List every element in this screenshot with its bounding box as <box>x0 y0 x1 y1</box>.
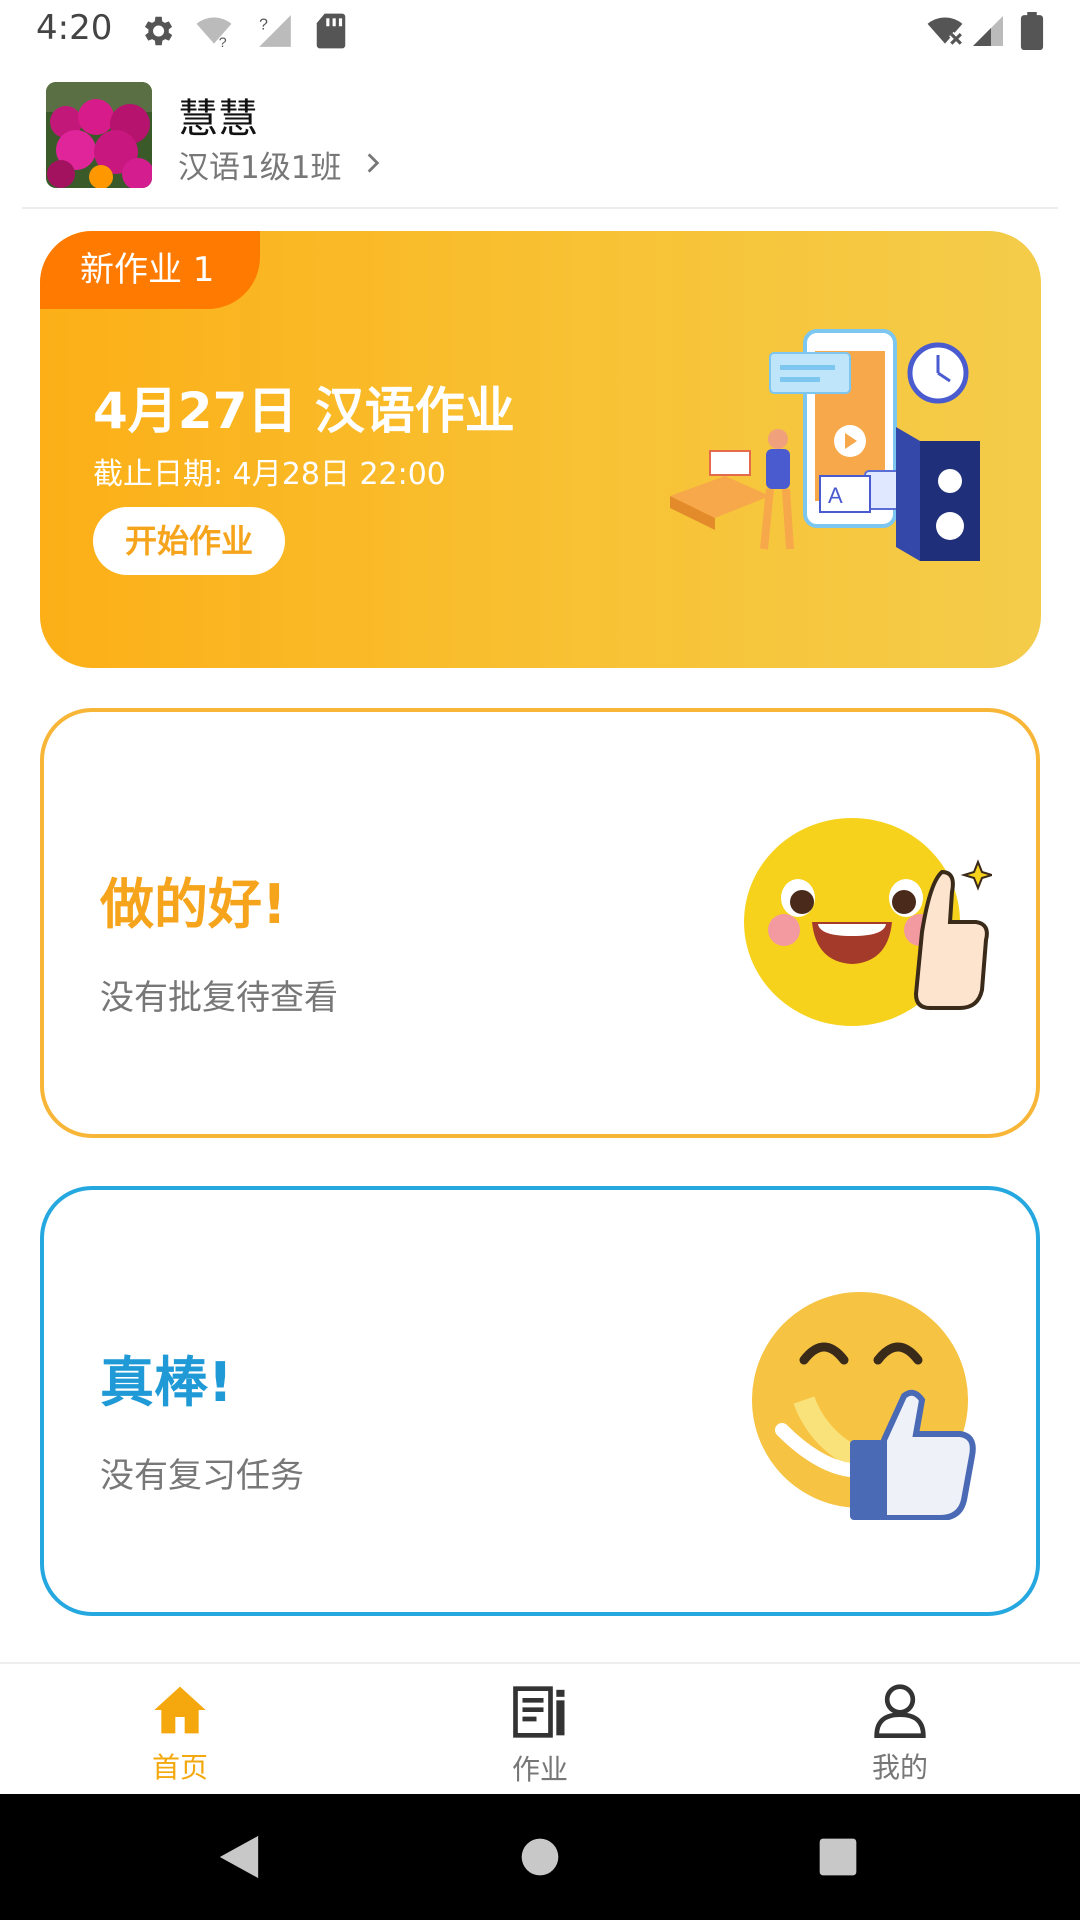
review-card-subtitle: 没有复习任务 <box>100 1456 304 1496</box>
avatar[interactable] <box>46 82 152 188</box>
status-time: 4:20 <box>36 8 113 48</box>
start-homework-button[interactable]: 开始作业 <box>93 507 285 575</box>
profile-header[interactable]: 慧慧 汉语1级1班 <box>0 66 1080 208</box>
homework-deadline: 截止日期: 4月28日 22:00 <box>93 457 446 492</box>
status-bar: 4:20 ? ? <box>0 0 1080 66</box>
recents-icon[interactable] <box>818 1832 858 1882</box>
signal-question-icon: ? <box>259 15 291 47</box>
svg-text:?: ? <box>259 16 268 33</box>
homework-icon <box>513 1686 565 1738</box>
sd-card-icon <box>316 13 346 49</box>
bottom-navigation: 首页 作业 我的 <box>0 1662 1080 1796</box>
signal-icon <box>973 16 1003 46</box>
happy-thumbs-up-emoji-icon <box>744 818 992 1026</box>
battery-icon <box>1020 12 1044 50</box>
nav-homework[interactable]: 作业 <box>360 1664 720 1796</box>
study-illustration-icon: A <box>670 329 980 561</box>
new-homework-badge: 新作业 1 <box>40 231 260 309</box>
nav-homework-label: 作业 <box>511 1753 568 1786</box>
review-task-card[interactable]: 真棒! 没有复习任务 <box>40 1186 1040 1616</box>
gear-icon <box>144 16 173 46</box>
wifi-x-icon <box>927 17 964 46</box>
homework-title: 4月27日 汉语作业 <box>93 382 515 440</box>
nav-profile-label: 我的 <box>871 1751 928 1784</box>
profile-icon <box>874 1684 926 1738</box>
chevron-right-icon[interactable] <box>360 150 386 176</box>
class-name[interactable]: 汉语1级1班 <box>178 142 341 187</box>
nav-profile[interactable]: 我的 <box>720 1664 1080 1796</box>
system-navigation-bar <box>0 1794 1080 1920</box>
feedback-card-subtitle: 没有批复待查看 <box>100 978 338 1018</box>
smile-thumbs-up-emoji-icon <box>752 1292 976 1520</box>
nav-home-label: 首页 <box>151 1751 208 1784</box>
username: 慧慧 <box>178 96 258 142</box>
wifi-question-icon: ? <box>196 17 232 50</box>
header-divider <box>22 207 1058 209</box>
back-icon[interactable] <box>216 1832 262 1882</box>
svg-text:?: ? <box>219 35 227 50</box>
nav-home[interactable]: 首页 <box>0 1664 360 1796</box>
review-feedback-card[interactable]: 做的好! 没有批复待查看 <box>40 708 1040 1138</box>
new-homework-banner[interactable]: 新作业 1 4月27日 汉语作业 截止日期: 4月28日 22:00 开始作业 … <box>40 231 1041 668</box>
review-card-title: 真棒! <box>100 1351 233 1414</box>
feedback-card-title: 做的好! <box>100 873 287 936</box>
svg-text:A: A <box>828 483 843 508</box>
home-circle-icon[interactable] <box>520 1832 560 1882</box>
home-icon <box>154 1686 206 1734</box>
